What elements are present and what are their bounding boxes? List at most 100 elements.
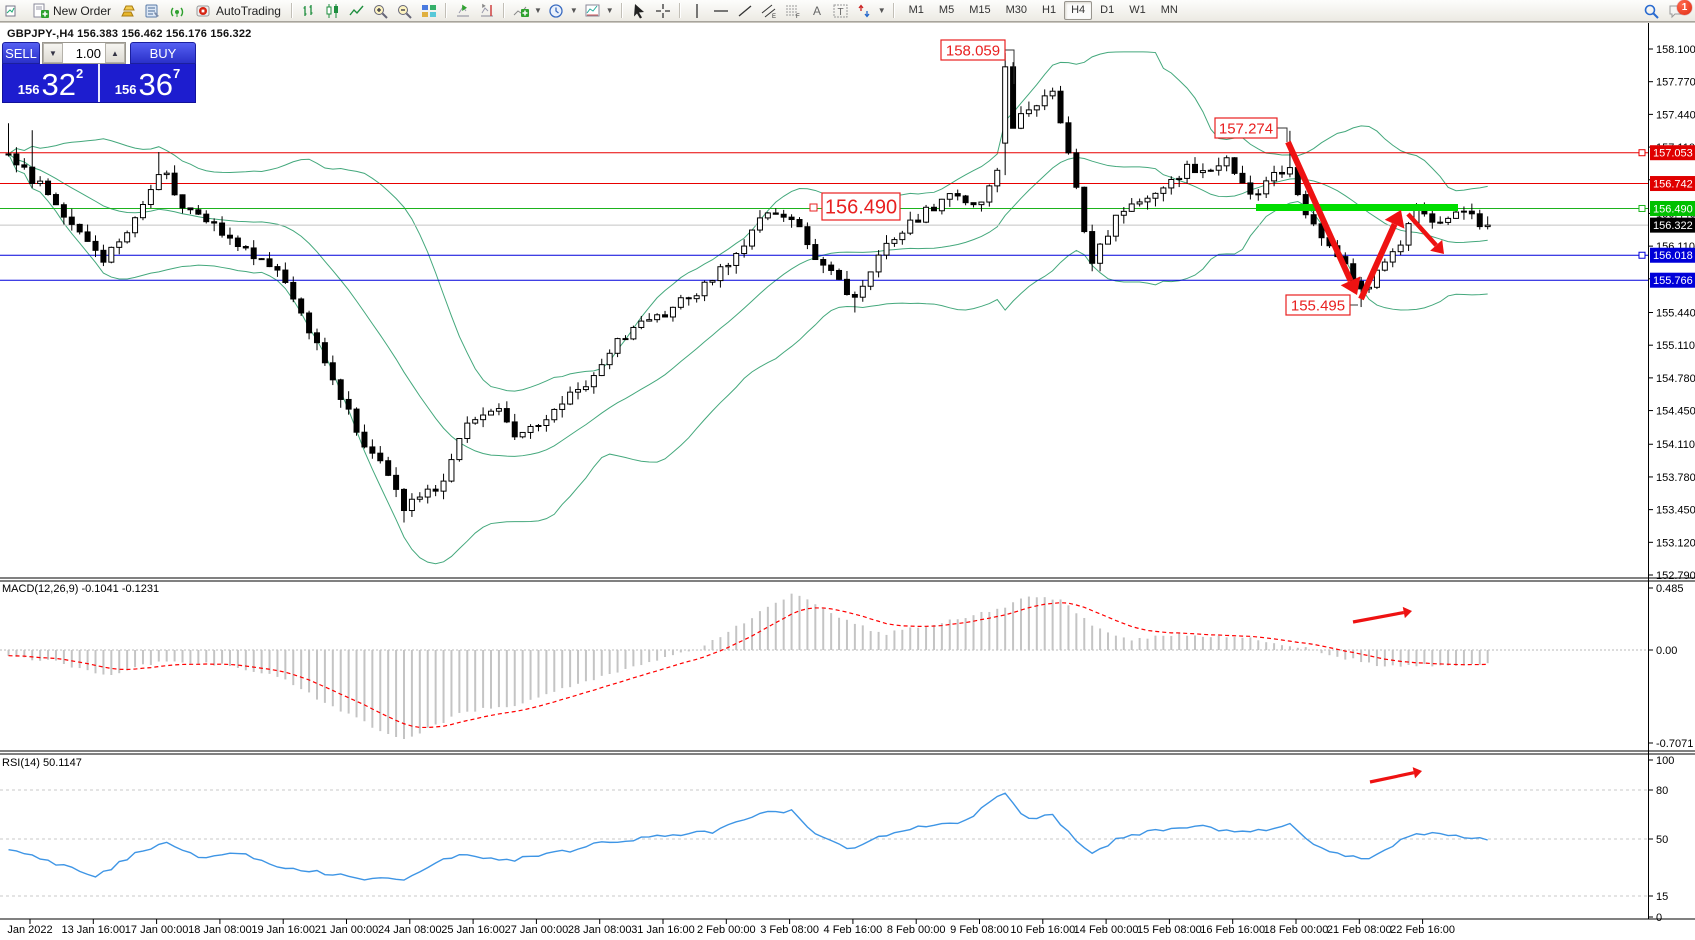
svg-text:10 Feb 16:00: 10 Feb 16:00 <box>1010 924 1075 936</box>
signals-icon[interactable] <box>166 2 188 20</box>
zoom-in-button[interactable] <box>370 2 392 20</box>
timeframe-group: M1M5M15M30H1H4D1W1MN <box>902 1 1185 20</box>
ohlc-values: 156.383 156.462 156.176 156.322 <box>77 28 251 40</box>
svg-text:A: A <box>813 4 821 18</box>
autotrading-icon <box>195 3 213 19</box>
svg-text:MACD(12,26,9) -0.1041 -0.1231: MACD(12,26,9) -0.1041 -0.1231 <box>2 583 159 595</box>
indicators-button[interactable]: ▼ <box>510 2 544 20</box>
toolbar-separator <box>621 3 623 18</box>
buy-price-prefix: 156 <box>115 80 137 100</box>
svg-text:22 Feb 16:00: 22 Feb 16:00 <box>1390 924 1455 936</box>
toolbar-right: 1 <box>1640 2 1692 20</box>
buy-price[interactable]: 156 36 7 <box>100 64 195 102</box>
svg-text:15: 15 <box>1656 891 1668 903</box>
zoom-out-button[interactable] <box>394 2 416 20</box>
svg-text:15 Feb 08:00: 15 Feb 08:00 <box>1137 924 1202 936</box>
toolbar-separator <box>445 3 447 18</box>
text-label-button[interactable]: T <box>830 2 852 20</box>
chevron-down-icon: ▼ <box>534 6 542 15</box>
svg-text:19 Jan 16:00: 19 Jan 16:00 <box>251 924 315 936</box>
svg-text:17 Jan 00:00: 17 Jan 00:00 <box>125 924 189 936</box>
gold-icon[interactable] <box>118 2 140 20</box>
toolbar-separator <box>679 3 681 18</box>
svg-text:156.742: 156.742 <box>1653 179 1693 191</box>
toolbar: New Order AutoTrading <box>0 0 1695 22</box>
svg-text:156.490: 156.490 <box>1653 203 1693 215</box>
sell-price-pip: 2 <box>76 66 83 81</box>
fibonacci-button[interactable]: F <box>782 2 804 20</box>
svg-text:153.780: 153.780 <box>1656 472 1695 484</box>
svg-text:E: E <box>772 14 776 19</box>
svg-text:31 Jan 16:00: 31 Jan 16:00 <box>631 924 695 936</box>
svg-text:156.018: 156.018 <box>1653 250 1693 262</box>
svg-text:154.110: 154.110 <box>1656 439 1695 451</box>
autotrading-button[interactable]: AutoTrading <box>190 2 286 20</box>
svg-text:21 Jan 00:00: 21 Jan 00:00 <box>315 924 379 936</box>
svg-text:14 Feb 00:00: 14 Feb 00:00 <box>1074 924 1139 936</box>
volume-field[interactable]: 1.00 <box>63 43 105 63</box>
sell-price[interactable]: 156 32 2 <box>3 64 100 102</box>
svg-text:9 Feb 08:00: 9 Feb 08:00 <box>950 924 1009 936</box>
periods-button[interactable]: ▼ <box>546 2 580 20</box>
svg-text:154.450: 154.450 <box>1656 406 1695 418</box>
crosshair-button[interactable] <box>652 2 674 20</box>
tf-button-mn[interactable]: MN <box>1154 1 1185 20</box>
sell-button[interactable]: SELL <box>2 42 40 64</box>
search-icon[interactable] <box>1640 2 1662 20</box>
svg-text:156.490: 156.490 <box>825 197 897 219</box>
tf-button-h1[interactable]: H1 <box>1035 1 1063 20</box>
mt4-window: New Order AutoTrading <box>0 0 1695 940</box>
tf-button-d1[interactable]: D1 <box>1093 1 1121 20</box>
svg-text:8 Feb 00:00: 8 Feb 00:00 <box>887 924 946 936</box>
new-order-icon <box>32 3 50 19</box>
new-order-button[interactable]: New Order <box>27 2 116 20</box>
svg-text:25 Jan 16:00: 25 Jan 16:00 <box>441 924 505 936</box>
text-button[interactable]: A <box>806 2 828 20</box>
chart-area: 158.100157.770157.440157.110156.780156.4… <box>0 22 1695 940</box>
buy-button[interactable]: BUY <box>130 42 196 64</box>
tile-windows-button[interactable] <box>418 2 440 20</box>
tf-button-m5[interactable]: M5 <box>932 1 961 20</box>
templates-button[interactable]: ▼ <box>582 2 616 20</box>
vertical-line-button[interactable] <box>686 2 708 20</box>
chart-shift-button[interactable] <box>476 2 498 20</box>
chart-canvas[interactable]: 158.100157.770157.440157.110156.780156.4… <box>0 0 1695 940</box>
auto-scroll-button[interactable] <box>452 2 474 20</box>
tf-button-w1[interactable]: W1 <box>1122 1 1153 20</box>
bar-chart-button[interactable] <box>298 2 320 20</box>
equidistant-channel-button[interactable]: E <box>758 2 780 20</box>
volume-decrease-button[interactable]: ▼ <box>43 43 63 63</box>
svg-text:157.053: 157.053 <box>1653 148 1693 160</box>
svg-text:F: F <box>796 14 800 19</box>
chevron-down-icon: ▼ <box>570 6 578 15</box>
horizontal-line-button[interactable] <box>710 2 732 20</box>
tf-button-m30[interactable]: M30 <box>999 1 1034 20</box>
cursor-button[interactable] <box>628 2 650 20</box>
buy-price-main: 36 <box>138 70 172 100</box>
volume-increase-button[interactable]: ▲ <box>105 43 125 63</box>
arrows-button[interactable]: ▼ <box>854 2 888 20</box>
buy-price-pip: 7 <box>173 66 180 81</box>
chart-window-icon[interactable] <box>3 2 25 20</box>
tf-button-h4[interactable]: H4 <box>1064 1 1092 20</box>
svg-text:18 Jan 08:00: 18 Jan 08:00 <box>188 924 252 936</box>
trendline-button[interactable] <box>734 2 756 20</box>
notification-badge[interactable]: 1 <box>1677 0 1692 15</box>
svg-text:153.450: 153.450 <box>1656 505 1695 517</box>
svg-text:27 Jan 00:00: 27 Jan 00:00 <box>505 924 569 936</box>
toolbar-separator <box>291 3 293 18</box>
svg-text:155.110: 155.110 <box>1656 340 1695 352</box>
svg-text:13 Jan 16:00: 13 Jan 16:00 <box>61 924 125 936</box>
svg-text:157.770: 157.770 <box>1656 77 1695 89</box>
toolbar-separator <box>503 3 505 18</box>
tf-button-m15[interactable]: M15 <box>962 1 997 20</box>
chat-icon[interactable]: 1 <box>1666 2 1688 20</box>
chart-ohlc-header: GBPJPY-,H4 156.383 156.462 156.176 156.3… <box>7 28 252 40</box>
candlestick-chart-button[interactable] <box>322 2 344 20</box>
metaeditor-icon[interactable] <box>142 2 164 20</box>
line-chart-button[interactable] <box>346 2 368 20</box>
svg-text:80: 80 <box>1656 785 1668 797</box>
volume-stepper: ▼ 1.00 ▲ <box>42 42 126 64</box>
tf-button-m1[interactable]: M1 <box>902 1 931 20</box>
svg-text:157.440: 157.440 <box>1656 109 1695 121</box>
